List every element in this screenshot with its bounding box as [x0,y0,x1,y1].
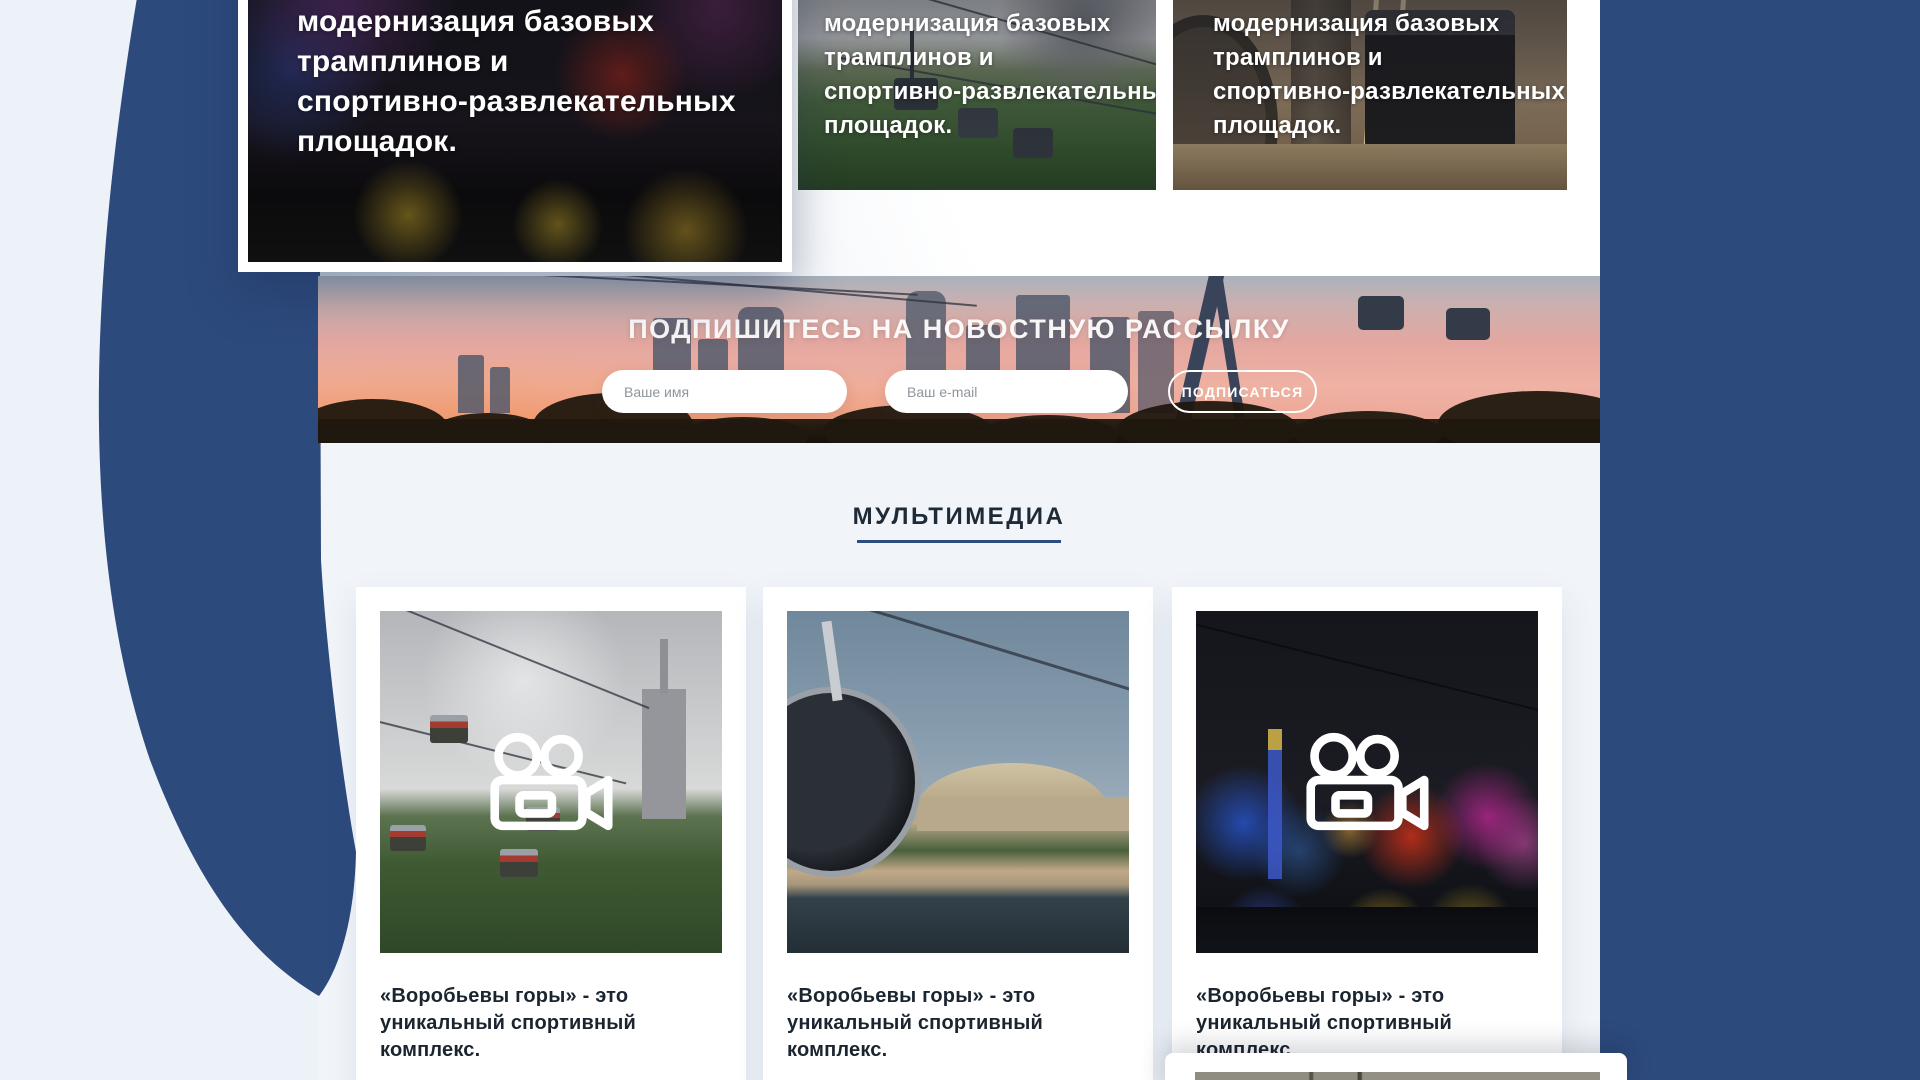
caption-line: уникальный спортивный [1196,1010,1538,1037]
carousel-slide[interactable]: модернизация базовых трамплинов и спорти… [798,0,1156,190]
multimedia-photo-cable-cars [380,611,722,953]
caption-line: «Воробьевы горы» - это [787,983,1129,1010]
slide-caption-line: площадок. [1213,109,1565,143]
caption-line: «Воробьевы горы» - это [380,983,722,1010]
multimedia-photo-night-lights [1196,611,1538,953]
multimedia-caption: «Воробьевы горы» - это уникальный спорти… [380,983,722,1064]
slide-caption-line: модернизация базовых [1213,7,1565,41]
caption-line: комплекс. [787,1037,1129,1064]
carousel-slide-active[interactable]: модернизация базовых трамплинов и спорти… [238,0,792,272]
tree-silhouette [1293,411,1443,443]
newsletter-banner: ПОДПИШИТЕСЬ НА НОВОСТНУЮ РАССЫЛКУ ПОДПИС… [318,276,1600,443]
slide-caption-line: трамплинов и [1213,41,1565,75]
slide-caption-line: модернизация базовых [824,7,1156,41]
gondola-shape [430,715,468,743]
slide-caption-line: площадок. [824,109,1156,143]
multimedia-card-photo[interactable]: «Воробьевы горы» - это уникальный спорти… [763,587,1153,1080]
gondola-shape [500,849,538,877]
slide-caption: модернизация базовых трамплинов и спорти… [297,2,736,162]
heading-underline [857,540,1061,543]
gondola-shape [390,825,426,851]
slide-caption-line: трамплинов и [824,41,1156,75]
peeking-card[interactable] [1165,1053,1627,1080]
carousel-slide[interactable]: модернизация базовых трамплинов и спорти… [1173,0,1567,190]
newsletter-form: ПОДПИСАТЬСЯ [318,370,1600,413]
multimedia-caption: «Воробьевы горы» - это уникальный спорти… [1196,983,1538,1064]
slide-caption-line: трамплинов и [297,42,736,82]
multimedia-card-video[interactable]: «Воробьевы горы» - это уникальный спорти… [1172,587,1562,1080]
cable-line [380,611,649,709]
msu-spire [660,639,668,693]
slide-caption-line: площадок. [297,122,736,162]
multimedia-card-video[interactable]: «Воробьевы горы» - это уникальный спорти… [356,587,746,1080]
multimedia-caption: «Воробьевы горы» - это уникальный спорти… [787,983,1129,1064]
cable-cabin-shape [787,687,921,877]
water-silhouette [1196,907,1538,953]
slide-caption-line: спортивно-развлекательных [824,75,1156,109]
illuminated-tower [1268,729,1282,879]
cable-line [1196,623,1538,722]
name-input[interactable] [602,370,847,413]
peeking-card-image [1195,1072,1600,1080]
multimedia-title: МУЛЬТИМЕДИА [853,503,1066,531]
slide-caption: модернизация базовых трамплинов и спорти… [824,7,1156,143]
multimedia-heading: МУЛЬТИМЕДИА [318,503,1600,543]
stadium-facade [917,797,1129,831]
newsletter-title: ПОДПИШИТЕСЬ НА НОВОСТНУЮ РАССЫЛКУ [318,314,1600,345]
slide-caption-line: спортивно-развлекательных [1213,75,1565,109]
video-camera-icon [1305,732,1429,832]
page: модернизация базовых трамплинов и спорти… [0,0,1920,1080]
video-camera-icon [489,732,613,832]
caption-line: уникальный спортивный [380,1010,722,1037]
multimedia-photo-cabin-stadium [787,611,1129,953]
subscribe-button[interactable]: ПОДПИСАТЬСЯ [1168,370,1317,413]
caption-line: комплекс. [380,1037,722,1064]
slide-caption-line: модернизация базовых [297,2,736,42]
right-background-band [1600,0,1920,1080]
caption-line: уникальный спортивный [787,1010,1129,1037]
email-input[interactable] [885,370,1128,413]
slide-caption-line: спортивно-развлекательных [297,82,736,122]
caption-line: «Воробьевы горы» - это [1196,983,1538,1010]
tree-silhouette [428,413,548,443]
slide-caption: модернизация базовых трамплинов и спорти… [1213,7,1565,143]
